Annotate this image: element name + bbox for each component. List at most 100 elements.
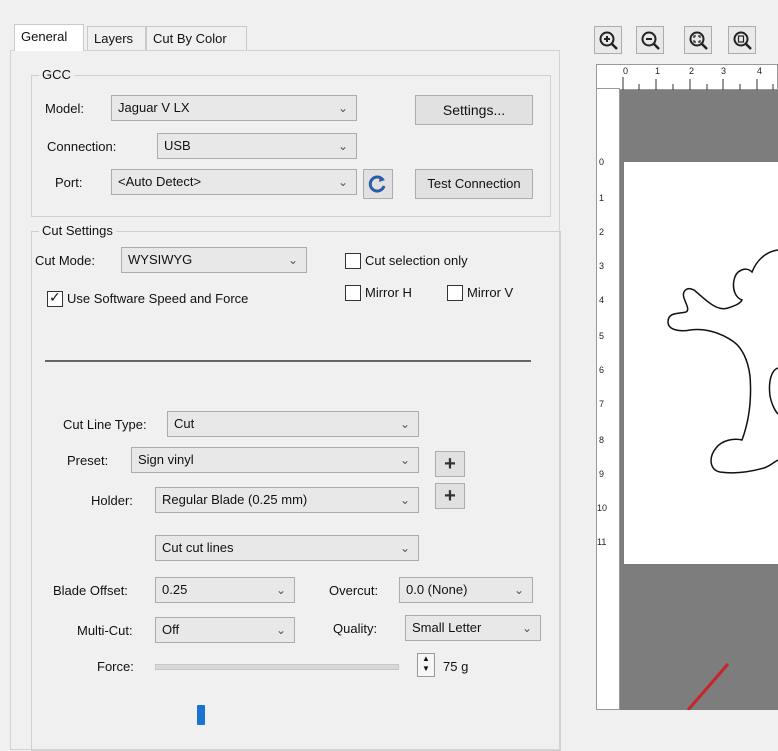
refresh-icon <box>368 175 386 193</box>
chevron-down-icon: ⌄ <box>275 583 286 597</box>
cut-lines-value: Cut cut lines <box>162 540 234 555</box>
port-value: <Auto Detect> <box>118 174 202 189</box>
holder-label: Holder: <box>91 493 133 508</box>
ruler-v-tick: 10 <box>597 503 608 513</box>
ruler-v-tick: 2 <box>599 227 605 237</box>
chevron-down-icon: ⌄ <box>275 623 286 637</box>
port-dropdown[interactable]: <Auto Detect> ⌄ <box>111 169 357 195</box>
add-preset-button[interactable]: + <box>435 451 465 477</box>
add-holder-button[interactable]: + <box>435 483 465 509</box>
force-label: Force: <box>97 659 134 674</box>
overcut-value: 0.0 (None) <box>406 582 468 597</box>
chevron-down-icon: ⌄ <box>337 175 348 189</box>
force-slider-thumb[interactable] <box>197 705 206 725</box>
cut-mode-value: WYSIWYG <box>128 252 193 267</box>
model-label: Model: <box>45 101 85 116</box>
cut-selection-only-label: Cut selection only <box>365 253 468 268</box>
preset-dropdown[interactable]: Sign vinyl ⌄ <box>131 447 419 473</box>
zoom-out-button[interactable] <box>636 26 664 54</box>
ruler-v-tick: 1 <box>599 193 605 203</box>
cut-settings-legend: Cut Settings <box>39 223 116 238</box>
model-value: Jaguar V LX <box>118 100 190 115</box>
vertical-ruler: 0 1 2 3 4 5 6 7 8 9 10 11 <box>596 88 620 710</box>
ruler-v-tick: 9 <box>599 469 605 479</box>
use-software-speed-label: Use Software Speed and Force <box>67 291 249 306</box>
checkmark-icon: ✓ <box>49 289 61 305</box>
cut-line-type-value: Cut <box>174 416 195 431</box>
multicut-label: Multi-Cut: <box>77 623 133 638</box>
zoom-page-icon <box>733 31 752 50</box>
cut-mode-dropdown[interactable]: WYSIWYG ⌄ <box>121 247 307 273</box>
quality-value: Small Letter <box>412 620 482 635</box>
ruler-v-tick: 0 <box>599 157 605 167</box>
tab-layers[interactable]: Layers <box>87 26 146 50</box>
ruler-v-tick: 6 <box>599 365 605 375</box>
ruler-v-tick: 11 <box>597 537 607 547</box>
multicut-dropdown[interactable]: Off ⌄ <box>155 617 295 643</box>
connection-label: Connection: <box>47 139 117 154</box>
holder-dropdown[interactable]: Regular Blade (0.25 mm) ⌄ <box>155 487 419 513</box>
quality-label: Quality: <box>333 621 378 636</box>
model-dropdown[interactable]: Jaguar V LX ⌄ <box>111 95 357 121</box>
design-outline <box>667 249 778 474</box>
cut-path-line <box>686 663 730 710</box>
cut-line-type-dropdown[interactable]: Cut ⌄ <box>167 411 419 437</box>
chevron-down-icon: ⌄ <box>337 139 348 153</box>
overcut-label: Overcut: <box>329 583 379 598</box>
zoom-in-button[interactable] <box>594 26 622 54</box>
chevron-down-icon: ⌄ <box>399 417 410 431</box>
spinner-down-icon[interactable]: ▼ <box>418 664 434 674</box>
blade-offset-dropdown[interactable]: 0.25 ⌄ <box>155 577 295 603</box>
ruler-v-tick: 3 <box>599 261 605 271</box>
ruler-v-tick: 8 <box>599 435 605 445</box>
chevron-down-icon: ⌄ <box>513 583 524 597</box>
quality-dropdown[interactable]: Small Letter ⌄ <box>405 615 541 641</box>
holder-value: Regular Blade (0.25 mm) <box>162 492 308 507</box>
horizontal-ruler: 0 1 2 3 4 <box>596 64 778 91</box>
chevron-down-icon: ⌄ <box>399 541 410 555</box>
force-value: 75 g <box>443 659 469 674</box>
tab-general[interactable]: General <box>14 24 84 51</box>
ruler-v-tick: 5 <box>599 331 605 341</box>
mirror-h-checkbox[interactable] <box>345 285 361 301</box>
test-connection-button[interactable]: Test Connection <box>415 169 533 199</box>
zoom-in-icon <box>599 31 618 50</box>
cut-line-type-label: Cut Line Type: <box>63 417 147 432</box>
chevron-down-icon: ⌄ <box>399 493 410 507</box>
cut-lines-dropdown[interactable]: Cut cut lines ⌄ <box>155 535 419 561</box>
ruler-v-tick: 4 <box>599 295 605 305</box>
connection-value: USB <box>164 138 191 153</box>
cut-mode-label: Cut Mode: <box>35 253 95 268</box>
ruler-h-marks <box>622 77 774 91</box>
overcut-dropdown[interactable]: 0.0 (None) ⌄ <box>399 577 533 603</box>
zoom-fit-button[interactable] <box>684 26 712 54</box>
mirror-v-label: Mirror V <box>467 285 514 300</box>
chevron-down-icon: ⌄ <box>287 253 298 267</box>
chevron-down-icon: ⌄ <box>521 621 532 635</box>
use-software-speed-checkbox[interactable]: ✓ <box>47 289 63 307</box>
mirror-h-label: Mirror H <box>365 285 412 300</box>
zoom-fit-icon <box>689 31 708 50</box>
refresh-button[interactable] <box>363 169 393 199</box>
force-slider-track[interactable] <box>155 664 399 670</box>
ruler-v-tick: 7 <box>599 399 605 409</box>
zoom-out-icon <box>641 31 660 50</box>
chevron-down-icon: ⌄ <box>337 101 348 115</box>
gcc-legend: GCC <box>39 67 74 82</box>
port-label: Port: <box>55 175 83 190</box>
zoom-page-button[interactable] <box>728 26 756 54</box>
tab-cut-by-color[interactable]: Cut By Color <box>146 26 247 50</box>
multicut-value: Off <box>162 622 180 637</box>
connection-dropdown[interactable]: USB ⌄ <box>157 133 357 159</box>
general-panel: GCC Model: Jaguar V LX ⌄ Settings... Con… <box>10 50 561 751</box>
settings-button[interactable]: Settings... <box>415 95 533 125</box>
preset-value: Sign vinyl <box>138 452 194 467</box>
separator-line <box>45 360 531 362</box>
blade-offset-value: 0.25 <box>162 582 188 597</box>
cut-selection-only-checkbox[interactable] <box>345 253 361 269</box>
preset-label: Preset: <box>67 453 109 468</box>
chevron-down-icon: ⌄ <box>399 453 410 467</box>
mirror-v-checkbox[interactable] <box>447 285 463 301</box>
spinner-up-icon[interactable]: ▲ <box>418 654 434 664</box>
force-spinner[interactable]: ▲ ▼ <box>417 653 435 677</box>
